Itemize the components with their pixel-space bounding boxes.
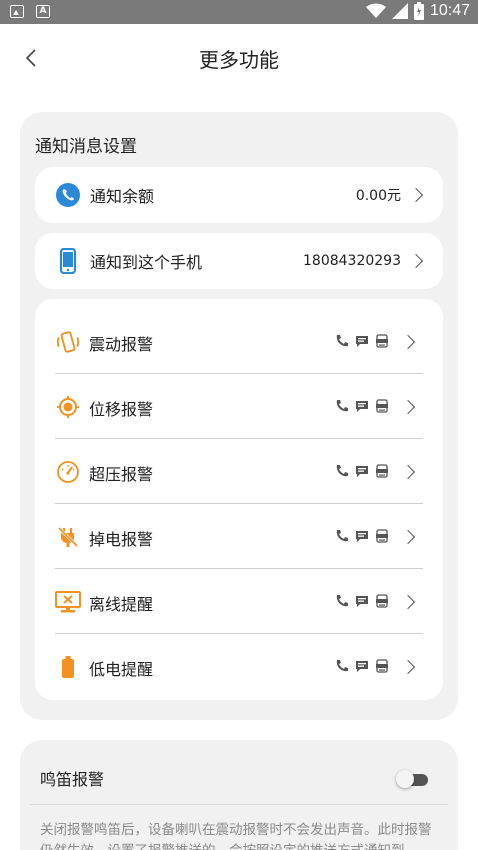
alarm-row-low-battery[interactable]: 低电提醒 xyxy=(55,634,423,699)
header: 更多功能 xyxy=(0,24,478,92)
notify-types xyxy=(335,659,389,673)
sms-icon xyxy=(356,401,368,412)
phone-call-icon xyxy=(336,400,348,412)
sms-icon xyxy=(356,596,368,607)
phone-call-icon xyxy=(336,595,348,607)
divider xyxy=(30,804,448,805)
signal-icon xyxy=(391,3,408,19)
alarm-row-offline[interactable]: 离线提醒 xyxy=(55,569,423,634)
alarm-label: 超压报警 xyxy=(89,465,154,484)
sms-icon xyxy=(356,466,368,477)
offline-monitor-icon xyxy=(55,589,81,615)
vibration-icon xyxy=(55,329,81,355)
alarm-label: 位移报警 xyxy=(89,400,154,419)
a-icon: A xyxy=(36,5,50,18)
wechat-icon xyxy=(376,464,388,478)
chevron-right-icon xyxy=(400,399,416,415)
wechat-icon xyxy=(376,399,388,413)
phone-value: 18084320293 xyxy=(303,253,401,269)
power-off-icon xyxy=(55,524,81,550)
chevron-right-icon xyxy=(400,659,416,675)
section-title: 通知消息设置 xyxy=(35,137,137,157)
sms-icon xyxy=(356,531,368,542)
notify-types xyxy=(335,464,389,478)
wechat-icon xyxy=(376,529,388,543)
phone-card[interactable]: 通知到这个手机 18084320293 xyxy=(35,233,443,289)
whistle-label: 鸣笛报警 xyxy=(40,770,105,789)
clock: 10:47 xyxy=(429,2,470,19)
balance-label: 通知余额 xyxy=(90,187,155,206)
phone-label: 通知到这个手机 xyxy=(90,253,203,272)
wechat-icon xyxy=(376,659,388,673)
alarm-label: 离线提醒 xyxy=(89,595,154,614)
wifi-icon xyxy=(365,3,386,18)
phone-circle-icon xyxy=(55,182,81,208)
wechat-icon xyxy=(376,594,388,608)
phone-call-icon xyxy=(336,530,348,542)
battery-icon xyxy=(413,2,424,20)
phone-call-icon xyxy=(336,465,348,477)
location-target-icon xyxy=(55,394,81,420)
balance-card[interactable]: 通知余额 0.00元 xyxy=(35,167,443,223)
alarm-label: 震动报警 xyxy=(89,335,154,354)
chevron-right-icon xyxy=(408,187,424,203)
whistle-description: 关闭报警鸣笛后，设备喇叭在震动报警时不会发出声音。此时报警仍然生效，设置了报警推… xyxy=(40,822,432,850)
chevron-right-icon xyxy=(408,253,424,269)
alarms-card: 震动报警 位移报警 超压报警 掉电报警 离线提醒 低电提醒 xyxy=(35,299,443,700)
notify-types xyxy=(335,529,389,543)
notify-types xyxy=(335,334,389,348)
chevron-right-icon xyxy=(400,464,416,480)
alarm-row-overpressure[interactable]: 超压报警 xyxy=(55,439,423,504)
alarm-label: 低电提醒 xyxy=(89,660,154,679)
toggle-knob xyxy=(396,770,414,788)
image-icon xyxy=(10,5,24,18)
alarm-row-displacement[interactable]: 位移报警 xyxy=(55,374,423,439)
phone-call-icon xyxy=(336,660,348,672)
alarm-label: 掉电报警 xyxy=(89,530,154,549)
sms-icon xyxy=(356,661,368,672)
alarm-row-power-loss[interactable]: 掉电报警 xyxy=(55,504,423,569)
gauge-icon xyxy=(55,459,81,485)
notify-types xyxy=(335,399,389,413)
chevron-right-icon xyxy=(400,529,416,545)
chevron-right-icon xyxy=(400,334,416,350)
balance-value: 0.00元 xyxy=(355,188,401,204)
mobile-phone-icon xyxy=(55,248,81,274)
alarm-row-vibration[interactable]: 震动报警 xyxy=(55,309,423,374)
page-title: 更多功能 xyxy=(199,48,279,72)
low-battery-icon xyxy=(55,654,81,680)
phone-call-icon xyxy=(336,335,348,347)
sms-icon xyxy=(356,336,368,347)
notify-types xyxy=(335,594,389,608)
chevron-right-icon xyxy=(400,594,416,610)
status-bar: A 10:47 xyxy=(0,0,478,24)
wechat-icon xyxy=(376,334,388,348)
whistle-toggle[interactable] xyxy=(396,770,428,788)
